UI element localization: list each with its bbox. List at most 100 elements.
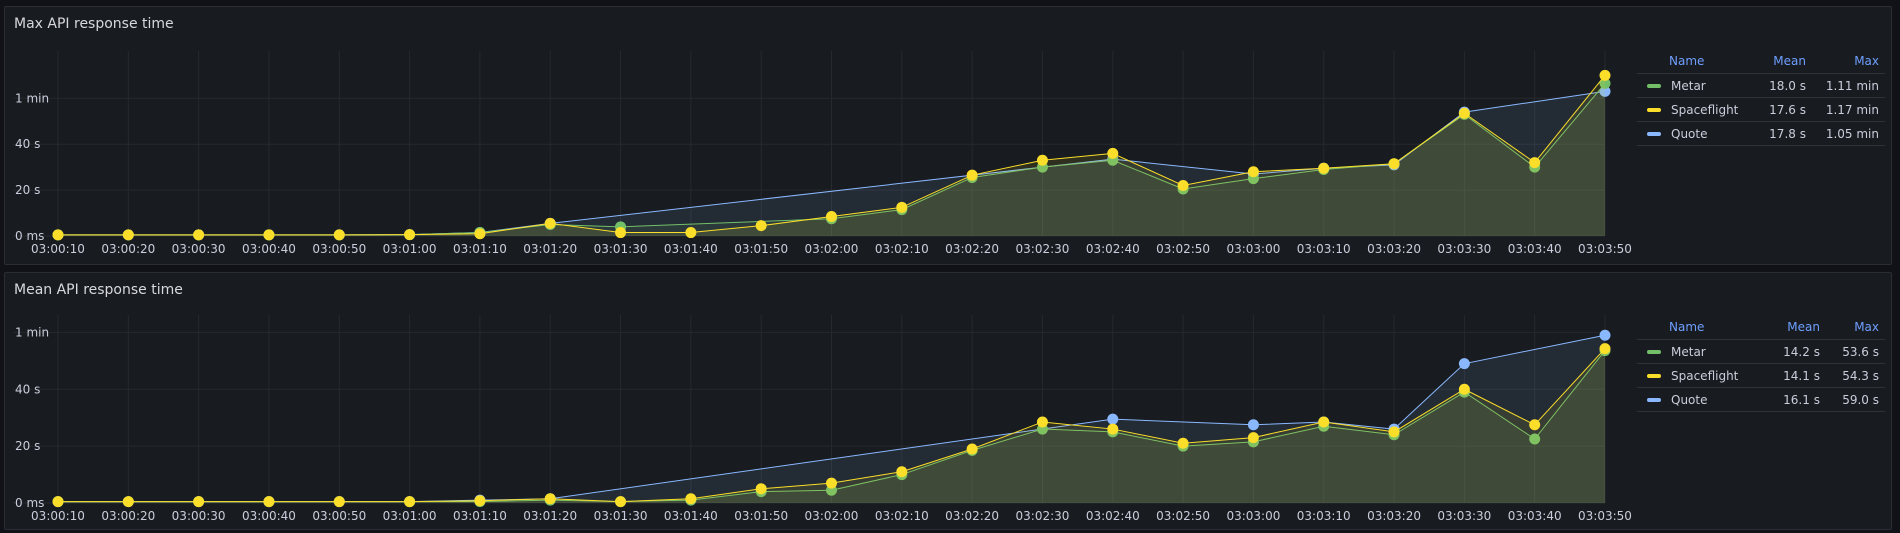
legend-row-metar[interactable]: Metar 14.2 s 53.6 s	[1637, 339, 1885, 364]
panel-max-response-time: Max API response time 0 ms 20 s 40 s1 min 0…	[4, 6, 1892, 265]
legend-mean-value: 17.6 s	[1757, 97, 1812, 122]
legend-mean-value: 17.8 s	[1757, 121, 1812, 146]
x-tick-label: 03:01:30	[594, 242, 648, 256]
data-point	[122, 229, 134, 241]
data-point	[1458, 107, 1470, 119]
y-tick-label: 1 min	[15, 91, 49, 105]
data-point	[1177, 180, 1189, 192]
legend-row-spaceflight[interactable]: Spaceflight 17.6 s 1.17 min	[1637, 97, 1885, 122]
series-color-swatch[interactable]	[1647, 350, 1661, 354]
legend-row-quote[interactable]: Quote 16.1 s 59.0 s	[1637, 387, 1885, 412]
data-point	[966, 169, 978, 181]
data-point	[122, 496, 134, 508]
x-tick-label: 03:00:10	[31, 509, 85, 523]
legend-header-mean[interactable]: Mean	[1757, 51, 1812, 74]
series-color-swatch[interactable]	[1647, 374, 1661, 378]
data-point	[826, 210, 837, 222]
chart-mean-response-time: 0 ms 20 s 40 s 1 min 03:00:10 03:00:20 03:00:3…	[13, 315, 1632, 523]
data-point	[1529, 419, 1541, 431]
x-tick-label: 03:03:50	[1578, 509, 1632, 523]
legend-max-value: 54.3 s	[1825, 363, 1885, 388]
data-point	[826, 477, 837, 489]
y-tick-label: 20 s	[15, 439, 40, 453]
series-color-swatch[interactable]	[1647, 84, 1661, 88]
series-color-swatch[interactable]	[1647, 398, 1661, 402]
data-point	[755, 220, 767, 232]
legend: Name Mean Max Metar 14.2 s 53.6 s Spacef…	[1637, 317, 1885, 412]
legend-header-max[interactable]: Max	[1825, 317, 1885, 340]
x-tick-label: 03:03:40	[1508, 509, 1562, 523]
x-tick-label: 03:02:30	[1016, 509, 1070, 523]
x-tick-label: 03:03:10	[1297, 509, 1351, 523]
legend-header-max[interactable]: Max	[1811, 51, 1885, 74]
x-tick-label: 03:00:10	[31, 242, 85, 256]
x-tick-label: 03:00:20	[101, 509, 155, 523]
x-tick-label: 03:02:20	[945, 242, 999, 256]
data-point	[685, 493, 697, 505]
series-color-swatch[interactable]	[1647, 132, 1661, 136]
series-color-swatch[interactable]	[1647, 108, 1661, 112]
y-tick-label: 20 s	[15, 183, 40, 197]
legend-series-name[interactable]: Quote	[1671, 393, 1707, 407]
data-point	[1599, 343, 1611, 355]
data-point	[474, 228, 486, 240]
y-tick-label: 0 ms	[15, 229, 44, 243]
data-point	[1107, 147, 1119, 159]
legend-max-value: 53.6 s	[1825, 339, 1885, 364]
legend-series-name[interactable]: Quote	[1671, 127, 1707, 141]
data-point	[1107, 423, 1119, 435]
legend-mean-value: 14.2 s	[1766, 339, 1826, 364]
legend-series-name[interactable]: Spaceflight	[1671, 103, 1738, 117]
legend-series-name[interactable]: Metar	[1671, 345, 1706, 359]
x-tick-label: 03:03:40	[1508, 242, 1562, 256]
y-tick-label: 40 s	[15, 382, 40, 396]
x-tick-label: 03:01:00	[383, 509, 437, 523]
x-tick-label: 03:02:50	[1156, 509, 1210, 523]
data-point	[1318, 416, 1330, 428]
x-tick-label: 03:01:50	[734, 509, 788, 523]
x-tick-label: 03:03:00	[1226, 242, 1280, 256]
data-point	[1458, 358, 1470, 370]
legend-series-name[interactable]: Metar	[1671, 79, 1706, 93]
x-tick-label: 03:00:50	[312, 509, 366, 523]
x-tick-label: 03:01:10	[453, 242, 507, 256]
legend-header-mean[interactable]: Mean	[1766, 317, 1826, 340]
chart-max-response-time: 0 ms 20 s 40 s 1 min 03:00:10 03:00:20 03:00:3…	[13, 51, 1632, 256]
data-point	[1458, 383, 1470, 395]
data-point	[263, 496, 275, 508]
x-tick-label: 03:01:40	[664, 242, 718, 256]
legend: Name Mean Max Metar 18.0 s 1.11 min Spac…	[1637, 51, 1885, 146]
legend-row-quote[interactable]: Quote 17.8 s 1.05 min	[1637, 121, 1885, 146]
x-tick-label: 03:01:00	[383, 242, 437, 256]
legend-max-value: 1.17 min	[1811, 97, 1885, 122]
data-point	[1599, 329, 1611, 341]
data-point	[333, 496, 345, 508]
data-point	[615, 227, 627, 239]
legend-mean-value: 14.1 s	[1766, 363, 1826, 388]
x-tick-label: 03:00:40	[242, 242, 296, 256]
x-tick-label: 03:00:50	[312, 242, 366, 256]
data-point	[685, 227, 697, 239]
x-tick-label: 03:02:10	[875, 509, 929, 523]
x-tick-label: 03:01:30	[594, 509, 648, 523]
data-point	[474, 495, 486, 507]
data-point	[544, 217, 556, 229]
legend-series-name[interactable]: Spaceflight	[1671, 369, 1738, 383]
x-tick-label: 03:01:20	[523, 242, 577, 256]
x-tick-label: 03:03:50	[1578, 242, 1632, 256]
legend-max-value: 1.05 min	[1811, 121, 1885, 146]
data-point	[1599, 69, 1611, 81]
data-point	[1247, 432, 1259, 444]
legend-mean-value: 18.0 s	[1757, 73, 1812, 98]
x-tick-label: 03:02:20	[945, 509, 999, 523]
legend-header-name[interactable]: Name	[1637, 51, 1758, 74]
x-tick-label: 03:03:10	[1297, 242, 1351, 256]
legend-row-metar[interactable]: Metar 18.0 s 1.11 min	[1637, 73, 1885, 98]
data-point	[755, 483, 767, 495]
legend-row-spaceflight[interactable]: Spaceflight 14.1 s 54.3 s	[1637, 363, 1885, 388]
legend-mean-value: 16.1 s	[1766, 387, 1826, 412]
data-point	[1388, 426, 1400, 438]
x-tick-label: 03:02:10	[875, 242, 929, 256]
legend-header-name[interactable]: Name	[1637, 317, 1767, 340]
data-point	[896, 201, 908, 213]
